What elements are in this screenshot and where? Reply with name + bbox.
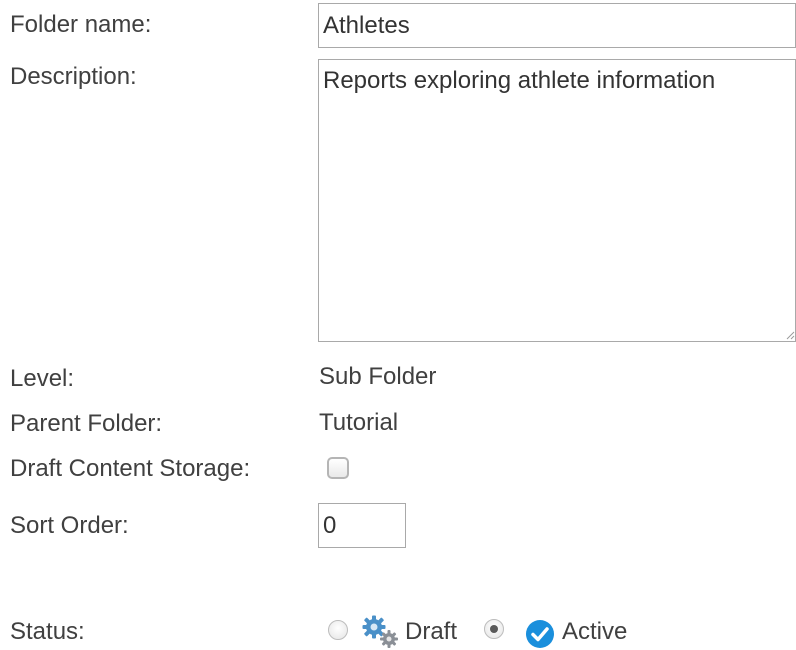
folder-name-label: Folder name: <box>10 11 152 38</box>
check-circle-icon <box>526 620 554 648</box>
status-radio-draft[interactable] <box>328 620 348 640</box>
draft-content-storage-checkbox[interactable] <box>327 457 349 479</box>
level-label: Level: <box>10 365 75 392</box>
status-draft-label: Draft <box>405 618 458 645</box>
draft-content-storage-label: Draft Content Storage: <box>10 455 251 482</box>
gears-icon <box>362 615 398 648</box>
status-label: Status: <box>10 618 85 645</box>
parent-folder-value: Tutorial <box>319 409 399 436</box>
status-active-label: Active <box>562 618 628 645</box>
sort-order-label: Sort Order: <box>10 512 129 539</box>
description-textarea[interactable]: Reports exploring athlete information <box>318 59 796 342</box>
parent-folder-label: Parent Folder: <box>10 410 163 437</box>
sort-order-input[interactable] <box>318 503 406 548</box>
folder-name-input[interactable] <box>318 3 796 48</box>
resize-grip-icon[interactable] <box>785 330 795 340</box>
level-value: Sub Folder <box>319 363 437 390</box>
description-label: Description: <box>10 63 137 90</box>
status-radio-active[interactable] <box>484 619 504 639</box>
